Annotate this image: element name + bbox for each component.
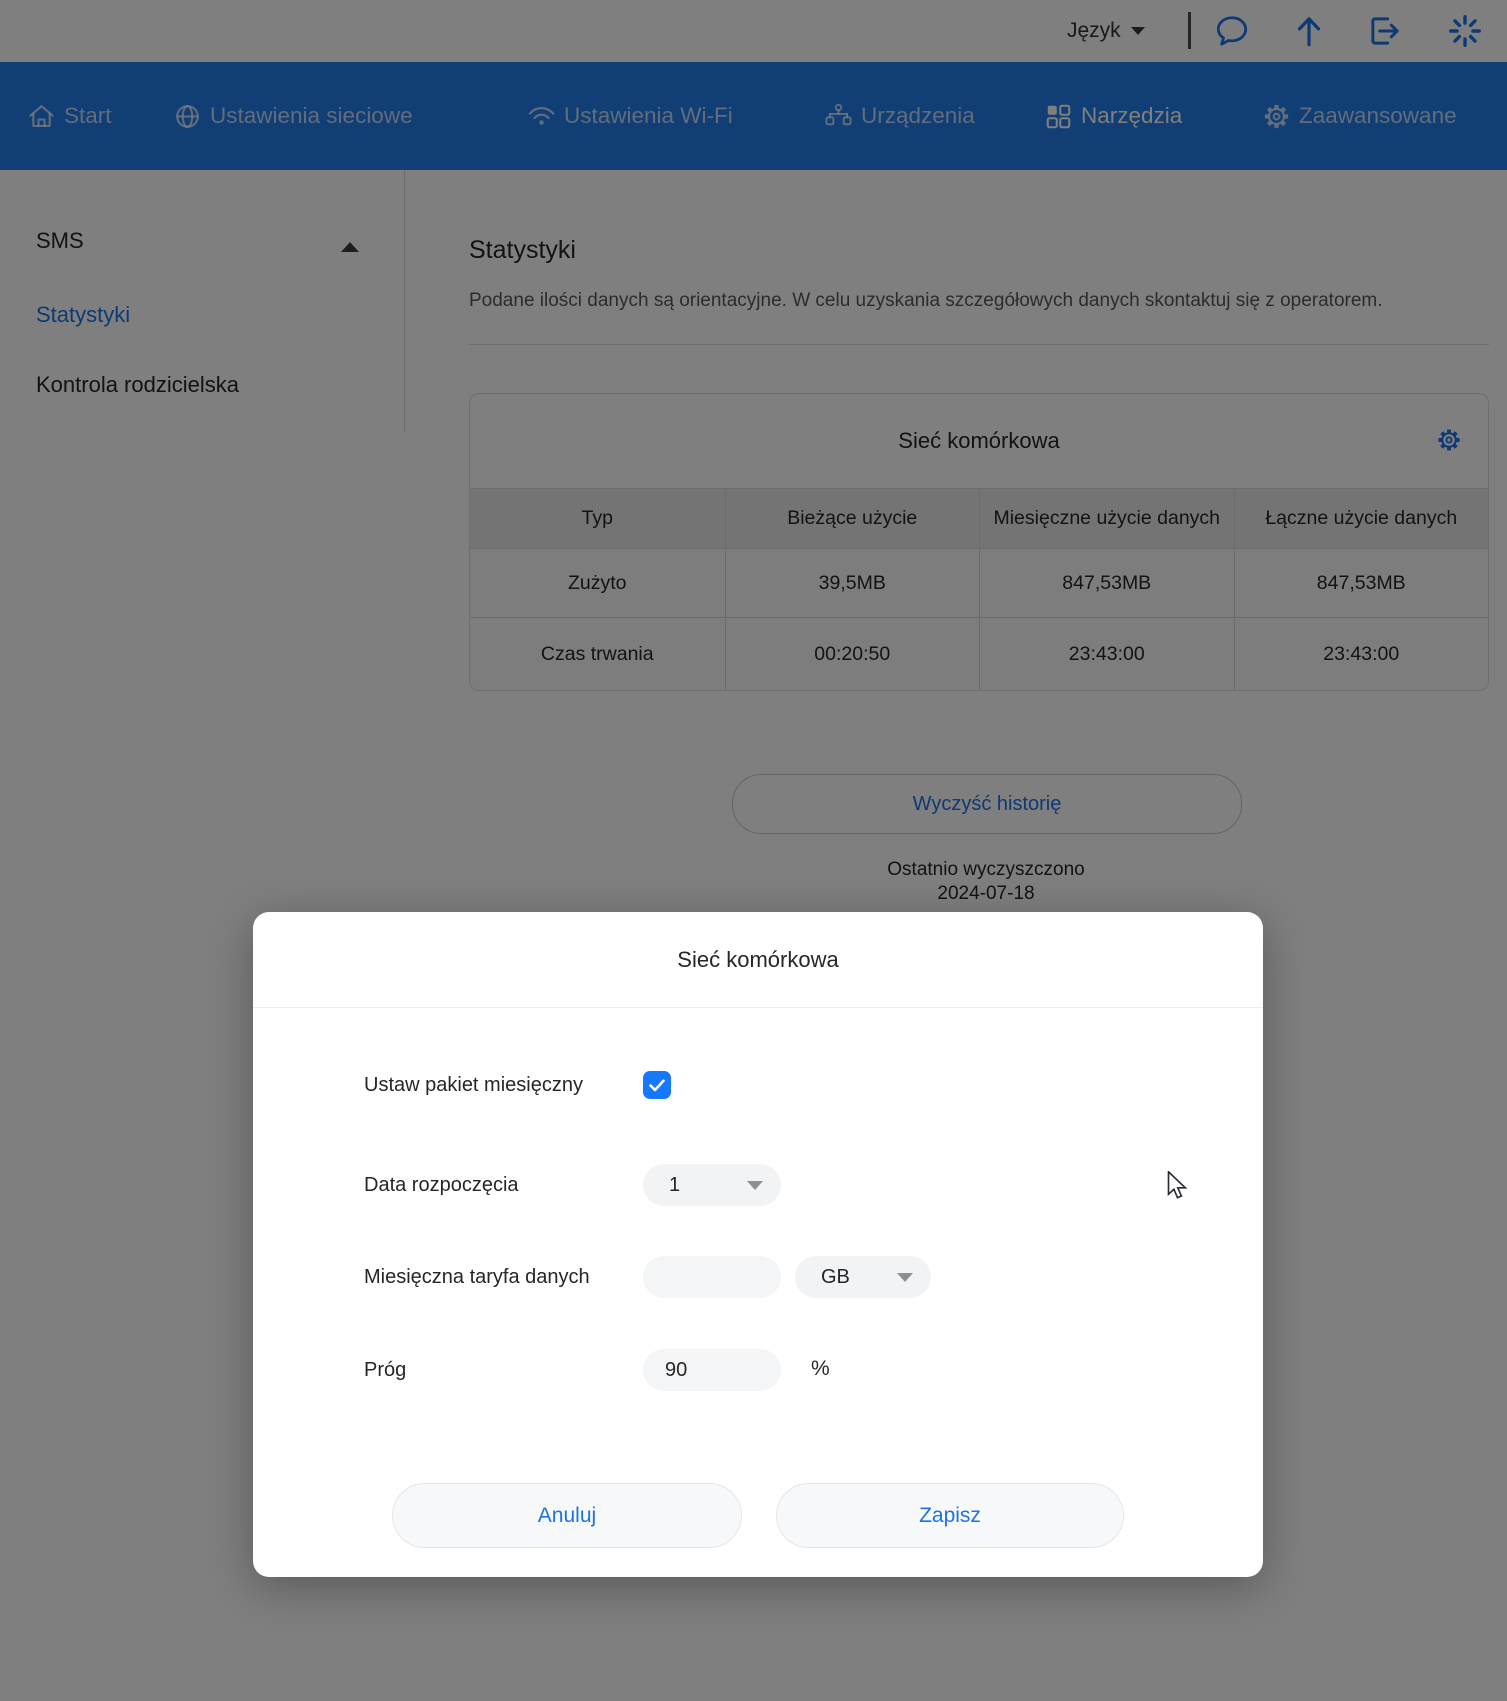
monthly-quota-label: Miesięczna taryfa danych [364, 1265, 590, 1289]
modal-title: Sieć komórkowa [253, 912, 1263, 1008]
quota-unit-select[interactable]: GB [795, 1256, 931, 1298]
threshold-label: Próg [364, 1358, 406, 1382]
threshold-suffix: % [811, 1357, 830, 1381]
set-monthly-package-label: Ustaw pakiet miesięczny [364, 1073, 583, 1097]
threshold-input[interactable] [643, 1349, 781, 1391]
cancel-button[interactable]: Anuluj [392, 1483, 742, 1548]
start-date-label: Data rozpoczęcia [364, 1173, 519, 1197]
quota-unit-value: GB [821, 1266, 850, 1289]
save-button[interactable]: Zapisz [776, 1483, 1124, 1548]
start-date-value: 1 [669, 1174, 680, 1197]
set-monthly-package-checkbox[interactable] [643, 1071, 671, 1099]
monthly-quota-input[interactable] [643, 1256, 781, 1298]
start-date-select[interactable]: 1 [643, 1164, 781, 1206]
check-icon [649, 1079, 665, 1092]
chevron-down-icon [897, 1273, 913, 1282]
chevron-down-icon [747, 1181, 763, 1190]
cellular-network-modal: Sieć komórkowa Ustaw pakiet miesięczny D… [253, 912, 1263, 1577]
